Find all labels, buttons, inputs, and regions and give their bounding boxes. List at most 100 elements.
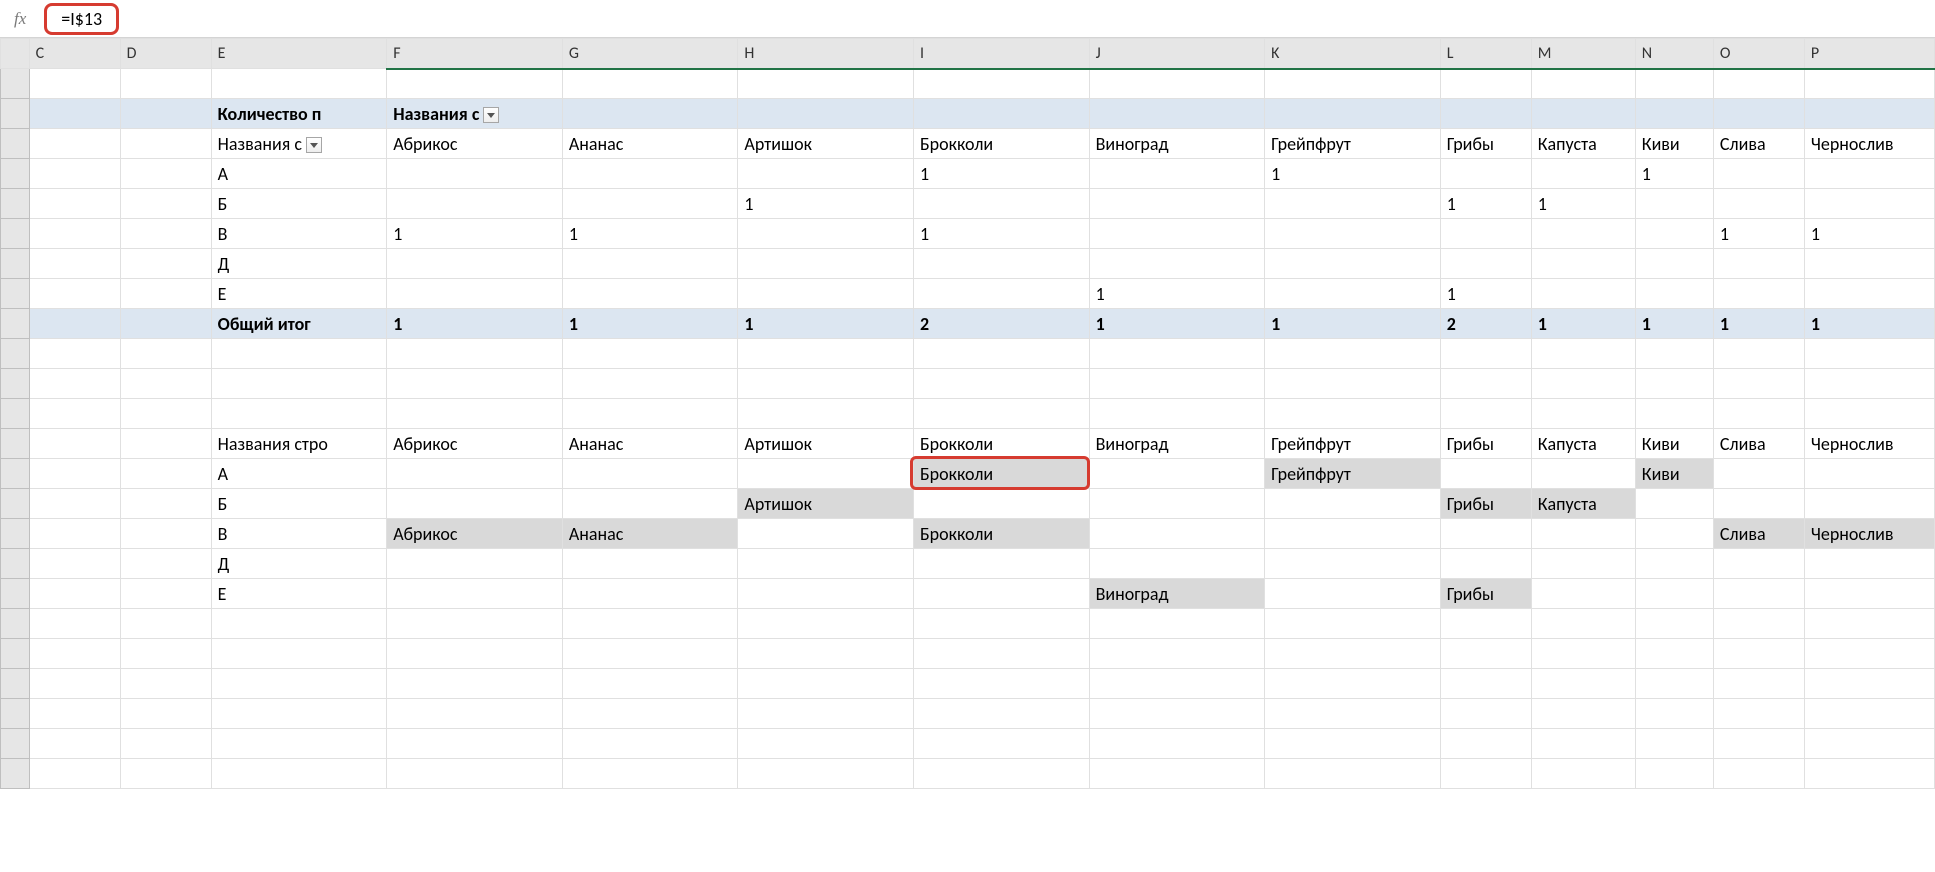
row-header[interactable] [1,309,30,339]
cell-O-6[interactable] [1713,249,1804,279]
cell-L-6[interactable] [1440,249,1531,279]
column-header-M[interactable]: M [1531,39,1635,69]
column-header-L[interactable]: L [1440,39,1531,69]
filter-button-rows[interactable] [306,137,322,153]
cell-F-17[interactable] [387,579,563,609]
cell-K-22[interactable] [1265,729,1441,759]
cell-P-18[interactable] [1804,609,1934,639]
cell-N-4[interactable] [1635,189,1713,219]
cell-M-8[interactable]: 1 [1531,309,1635,339]
cell-M-9[interactable] [1531,339,1635,369]
cell-G-13[interactable] [562,459,738,489]
cell-I-3[interactable]: 1 [913,159,1089,189]
cell-H-20[interactable] [738,669,914,699]
cell-K-11[interactable] [1265,399,1441,429]
cell-K-4[interactable] [1265,189,1441,219]
cell-G-22[interactable] [562,729,738,759]
cell-L-7[interactable]: 1 [1440,279,1531,309]
cell-P-12[interactable]: Чернослив [1804,429,1934,459]
cell-P-7[interactable] [1804,279,1934,309]
cell-E-16[interactable]: Д [211,549,387,579]
cell-H-7[interactable] [738,279,914,309]
cell-O-19[interactable] [1713,639,1804,669]
cell-P-16[interactable] [1804,549,1934,579]
cell-N-0[interactable] [1635,69,1713,99]
cell-O-1[interactable] [1713,99,1804,129]
cell-E-13[interactable]: А [211,459,387,489]
cell-J-20[interactable] [1089,669,1265,699]
cell-K-13[interactable]: Грейпфрут [1265,459,1441,489]
cell-F-19[interactable] [387,639,563,669]
row-header[interactable] [1,459,30,489]
cell-E-17[interactable]: Е [211,579,387,609]
cell-M-4[interactable]: 1 [1531,189,1635,219]
cell-P-21[interactable] [1804,699,1934,729]
cell-C-17[interactable] [29,579,120,609]
cell-G-19[interactable] [562,639,738,669]
cell-D-17[interactable] [120,579,211,609]
cell-L-21[interactable] [1440,699,1531,729]
cell-I-18[interactable] [913,609,1089,639]
cell-P-17[interactable] [1804,579,1934,609]
cell-O-7[interactable] [1713,279,1804,309]
row-header[interactable] [1,99,30,129]
cell-C-3[interactable] [29,159,120,189]
cell-K-20[interactable] [1265,669,1441,699]
column-header-F[interactable]: F [387,39,563,69]
cell-H-21[interactable] [738,699,914,729]
cell-H-15[interactable] [738,519,914,549]
cell-N-3[interactable]: 1 [1635,159,1713,189]
cell-F-6[interactable] [387,249,563,279]
cell-L-14[interactable]: Грибы [1440,489,1531,519]
cell-F-7[interactable] [387,279,563,309]
cell-C-23[interactable] [29,759,120,789]
cell-E-11[interactable] [211,399,387,429]
row-header[interactable] [1,159,30,189]
cell-E-3[interactable]: А [211,159,387,189]
column-header-P[interactable]: P [1804,39,1934,69]
cell-F-8[interactable]: 1 [387,309,563,339]
cell-C-5[interactable] [29,219,120,249]
cell-F-5[interactable]: 1 [387,219,563,249]
cell-N-11[interactable] [1635,399,1713,429]
cell-G-9[interactable] [562,339,738,369]
cell-O-17[interactable] [1713,579,1804,609]
cell-I-12[interactable]: Брокколи [913,429,1089,459]
cell-E-18[interactable] [211,609,387,639]
cell-G-2[interactable]: Ананас [562,129,738,159]
cell-J-7[interactable]: 1 [1089,279,1265,309]
cell-C-0[interactable] [29,69,120,99]
cell-D-13[interactable] [120,459,211,489]
cell-H-8[interactable]: 1 [738,309,914,339]
cell-O-11[interactable] [1713,399,1804,429]
cell-J-5[interactable] [1089,219,1265,249]
cell-K-8[interactable]: 1 [1265,309,1441,339]
cell-F-3[interactable] [387,159,563,189]
cell-D-6[interactable] [120,249,211,279]
cell-P-5[interactable]: 1 [1804,219,1934,249]
cell-O-0[interactable] [1713,69,1804,99]
cell-M-22[interactable] [1531,729,1635,759]
cell-I-1[interactable] [913,99,1089,129]
cell-N-22[interactable] [1635,729,1713,759]
cell-L-13[interactable] [1440,459,1531,489]
cell-N-8[interactable]: 1 [1635,309,1713,339]
cell-P-11[interactable] [1804,399,1934,429]
cell-N-1[interactable] [1635,99,1713,129]
cell-J-18[interactable] [1089,609,1265,639]
cell-I-14[interactable] [913,489,1089,519]
cell-N-10[interactable] [1635,369,1713,399]
cell-N-17[interactable] [1635,579,1713,609]
row-header[interactable] [1,639,30,669]
cell-K-9[interactable] [1265,339,1441,369]
cell-G-3[interactable] [562,159,738,189]
cell-C-13[interactable] [29,459,120,489]
cell-P-10[interactable] [1804,369,1934,399]
cell-H-4[interactable]: 1 [738,189,914,219]
cell-D-14[interactable] [120,489,211,519]
cell-O-12[interactable]: Слива [1713,429,1804,459]
cell-G-17[interactable] [562,579,738,609]
cell-G-4[interactable] [562,189,738,219]
cell-M-13[interactable] [1531,459,1635,489]
cell-O-4[interactable] [1713,189,1804,219]
